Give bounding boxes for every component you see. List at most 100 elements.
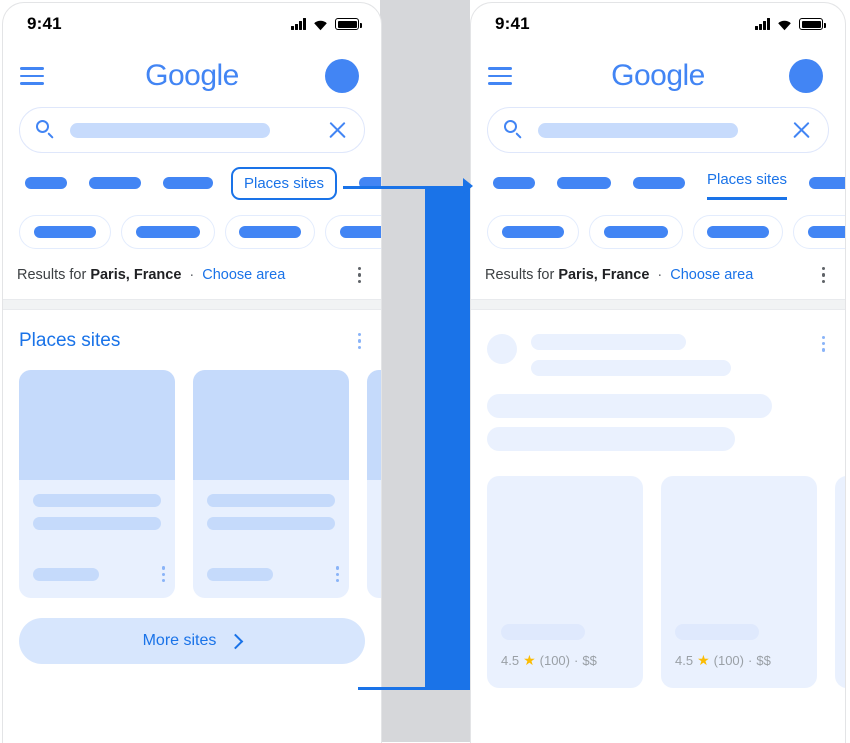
search-icon [504, 120, 524, 140]
place-card-body [367, 480, 382, 598]
tab-placeholder-1[interactable] [25, 177, 67, 189]
place-card[interactable]: 4.5 ★ (100) · $$ [661, 476, 817, 688]
search-icon [36, 120, 56, 140]
section-header-left: Places sites [3, 310, 381, 352]
filter-chip-3[interactable] [693, 215, 783, 249]
account-avatar[interactable] [325, 59, 359, 93]
place-card-image [367, 370, 381, 480]
place-card-image [193, 370, 349, 480]
tab-places-sites[interactable]: Places sites [231, 166, 338, 200]
place-card-footer [381, 566, 382, 582]
rating-separator: · [574, 653, 579, 668]
kebab-menu-icon[interactable] [821, 267, 825, 283]
place-card[interactable]: 4.5 ★ (100) · $$ [487, 476, 643, 688]
skeleton-bars [471, 376, 845, 451]
place-card[interactable] [367, 370, 382, 598]
wifi-icon [777, 18, 792, 31]
rating-price: $$ [582, 653, 597, 668]
place-card-line-1 [207, 494, 335, 507]
search-input[interactable] [487, 107, 829, 153]
star-icon: ★ [523, 652, 536, 668]
search-container-left [3, 107, 381, 153]
results-separator: · [189, 267, 195, 283]
tab-placeholder-2[interactable] [557, 177, 611, 189]
filter-chip-2[interactable] [121, 215, 215, 249]
choose-area-link[interactable]: Choose area [202, 267, 285, 283]
filter-chip-1[interactable] [19, 215, 111, 249]
place-card-title-placeholder [501, 624, 585, 640]
battery-icon [335, 18, 362, 30]
places-sites-section: Places sites More sites [3, 310, 381, 664]
tab-placeholder-3[interactable] [633, 177, 685, 189]
comparison-canvas: 9:41 Google Places sites Results for Par… [0, 0, 850, 743]
tab-placeholder-2[interactable] [89, 177, 141, 189]
status-bar-icons [291, 18, 362, 31]
tab-row-right: Places sites [471, 153, 845, 200]
results-for-line-left: Results for Paris, France · Choose area [3, 249, 381, 283]
filter-chip-row-right [471, 197, 845, 249]
app-bar-right: Google [471, 45, 845, 107]
section-divider-left [3, 299, 381, 310]
place-card-line-3 [207, 567, 273, 581]
filter-chip-4[interactable] [793, 215, 845, 249]
phone-mockup-left: 9:41 Google Places sites Results for Par… [2, 2, 382, 743]
more-sites-button[interactable]: More sites [19, 618, 365, 664]
filter-chip-4[interactable] [325, 215, 381, 249]
kebab-menu-icon[interactable] [161, 566, 165, 582]
battery-icon [799, 18, 826, 30]
star-icon: ★ [697, 652, 710, 668]
places-card-rail[interactable] [3, 352, 381, 598]
hamburger-menu-icon[interactable] [485, 61, 515, 91]
close-icon[interactable] [328, 120, 348, 140]
place-card-image [19, 370, 175, 480]
kebab-menu-icon[interactable] [821, 336, 825, 352]
hamburger-menu-icon[interactable] [17, 61, 47, 91]
background-band [380, 0, 470, 742]
account-avatar[interactable] [789, 59, 823, 93]
tab-placeholder-4[interactable] [809, 177, 845, 189]
results-prefix: Results for [485, 267, 555, 283]
kebab-menu-icon[interactable] [335, 566, 339, 582]
place-card[interactable] [193, 370, 349, 598]
place-card-body [193, 480, 349, 598]
skeleton-header [471, 310, 845, 376]
search-input[interactable] [19, 107, 365, 153]
section-kebab-menu-icon[interactable] [357, 333, 361, 349]
app-bar-left: Google [3, 45, 381, 107]
place-card-line-3 [33, 567, 99, 581]
skeleton-avatar [487, 334, 517, 364]
place-card[interactable]: 4.5 ★ (100) · $$ [835, 476, 845, 688]
more-sites-label: More sites [142, 632, 217, 649]
results-separator: · [657, 267, 663, 283]
rating-reviews: (100) [539, 653, 570, 668]
place-card-line-1 [33, 494, 161, 507]
rating-price: $$ [756, 653, 771, 668]
chevron-right-icon [228, 633, 244, 649]
skeleton-bar-2 [487, 427, 735, 451]
choose-area-link[interactable]: Choose area [670, 267, 753, 283]
place-card-title-placeholder [675, 624, 759, 640]
close-icon[interactable] [792, 120, 812, 140]
filter-chip-3[interactable] [225, 215, 315, 249]
places-card-rail[interactable]: 4.5 ★ (100) · $$ 4.5 ★ (100) · $$ [471, 460, 845, 688]
place-card-line-2 [381, 517, 382, 530]
status-bar-clock: 9:41 [27, 14, 62, 33]
tab-places-sites[interactable]: Places sites [707, 171, 788, 200]
filter-chip-1[interactable] [487, 215, 579, 249]
place-card-rating: 4.5 ★ (100) · $$ [501, 652, 597, 669]
place-card-line-2 [207, 517, 335, 530]
filter-chip-2[interactable] [589, 215, 683, 249]
rating-separator: · [748, 653, 753, 668]
kebab-menu-icon[interactable] [357, 267, 361, 283]
status-bar-left: 9:41 [3, 3, 381, 45]
tab-placeholder-1[interactable] [493, 177, 535, 189]
search-query-placeholder [538, 122, 738, 138]
tab-placeholder-4[interactable] [359, 177, 381, 189]
tab-placeholder-3[interactable] [163, 177, 213, 189]
status-bar-icons [755, 18, 826, 31]
place-card-rating: 4.5 ★ (100) · $$ [675, 652, 771, 669]
results-location: Paris, France [90, 267, 182, 283]
place-card[interactable] [19, 370, 175, 598]
results-location: Paris, France [558, 267, 650, 283]
skeleton-line-1 [531, 334, 686, 350]
